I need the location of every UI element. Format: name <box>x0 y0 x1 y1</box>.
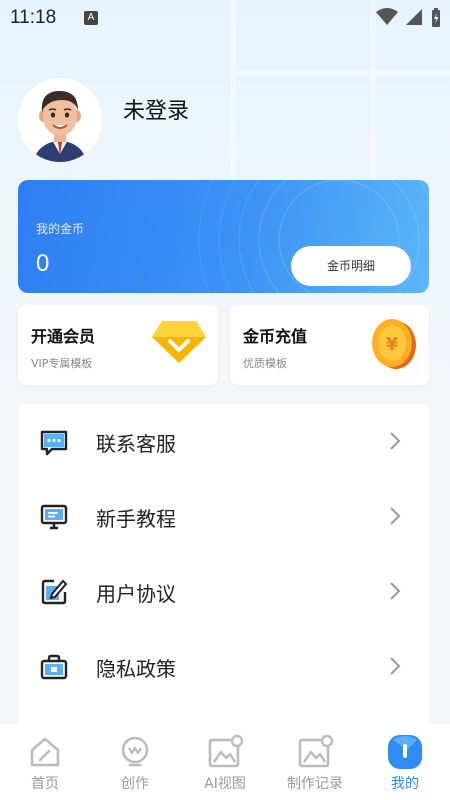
menu-item-label: 隐私政策 <box>96 657 176 681</box>
feature-subtitle: 优质模板 <box>243 357 287 370</box>
battery-charging-icon <box>432 8 440 27</box>
menu-item-label: 新手教程 <box>96 507 176 531</box>
menu-item-label: 联系客服 <box>96 432 176 456</box>
edit-document-icon <box>41 579 68 605</box>
tab-label: 首页 <box>31 776 59 792</box>
tab-label: 我的 <box>391 776 419 792</box>
status-time: 11:18 <box>10 7 57 28</box>
lock-briefcase-icon <box>40 654 68 680</box>
chevron-right-icon <box>390 657 401 675</box>
chat-bubble-icon <box>40 430 68 456</box>
chevron-right-icon <box>390 582 401 600</box>
coin-balance: 0 <box>36 250 50 277</box>
status-bar: 11:18 A <box>0 0 450 36</box>
chevron-right-icon <box>390 432 401 450</box>
feature-title: 金币充值 <box>243 327 308 346</box>
svg-text:¥: ¥ <box>386 334 399 355</box>
feature-title: 开通会员 <box>31 327 96 346</box>
menu-item-label: 用户协议 <box>96 582 176 606</box>
menu-item-customer-service[interactable]: 联系客服 <box>18 404 429 479</box>
menu-item-user-agreement[interactable]: 用户协议 <box>18 554 429 629</box>
feature-subtitle: VIP专属模板 <box>31 357 93 370</box>
vip-membership-card[interactable]: 开通会员 VIP专属模板 <box>18 305 218 385</box>
coin-recharge-card[interactable]: 金币充值 优质模板 ¥ <box>230 305 429 385</box>
create-bulb-icon <box>121 736 149 767</box>
coin-label: 我的金币 <box>36 222 85 236</box>
diamond-icon <box>152 321 206 363</box>
tab-label: AI视图 <box>204 776 246 792</box>
tab-create[interactable]: 创作 <box>90 724 180 800</box>
home-icon <box>30 737 60 767</box>
status-icons <box>374 8 442 28</box>
menu-item-tutorial[interactable]: 新手教程 <box>18 479 429 554</box>
bottom-tab-bar: 首页 创作 AI视图 制作记录 我的 <box>0 724 450 800</box>
tab-records[interactable]: 制作记录 <box>270 724 360 800</box>
username[interactable]: 未登录 <box>123 93 189 125</box>
monitor-icon <box>40 504 68 530</box>
gold-coin-icon: ¥ <box>372 319 416 369</box>
profile-icon <box>388 735 422 769</box>
settings-menu: 联系客服 新手教程 用户协议 隐私政策 <box>18 404 429 734</box>
record-image-icon <box>298 734 333 768</box>
profile-header: 未登录 <box>18 78 432 164</box>
coin-card: 我的金币 0 金币明细 <box>18 180 429 293</box>
avatar[interactable] <box>18 78 102 162</box>
avatar-man-icon <box>18 78 102 162</box>
notification-a-icon: A <box>84 11 98 25</box>
ai-image-icon <box>208 734 243 768</box>
signal-icon <box>405 9 422 25</box>
coin-detail-button[interactable]: 金币明细 <box>291 246 411 286</box>
tab-ai-view[interactable]: AI视图 <box>180 724 270 800</box>
wifi-icon <box>375 8 398 25</box>
menu-item-privacy-policy[interactable]: 隐私政策 <box>18 629 429 704</box>
tab-mine[interactable]: 我的 <box>360 724 450 800</box>
tab-label: 制作记录 <box>287 776 343 792</box>
chevron-right-icon <box>390 507 401 525</box>
tab-home[interactable]: 首页 <box>0 724 90 800</box>
tab-label: 创作 <box>121 776 149 792</box>
